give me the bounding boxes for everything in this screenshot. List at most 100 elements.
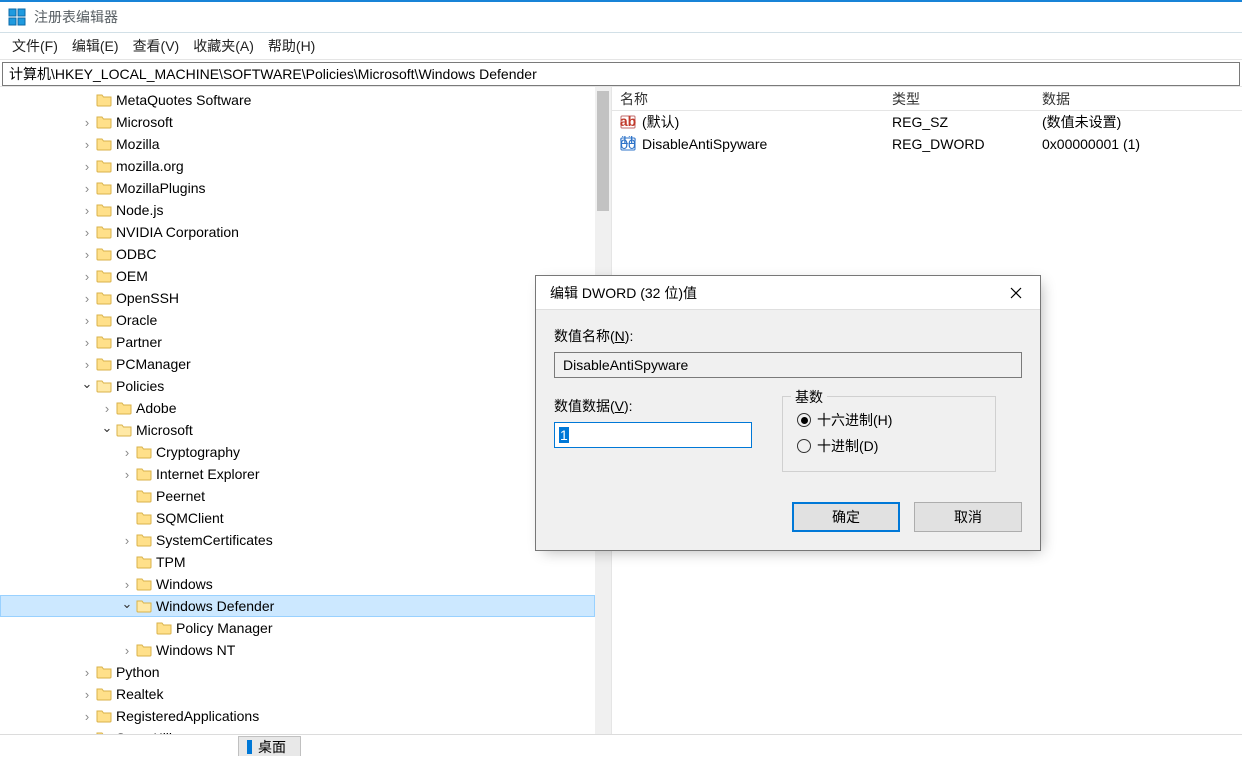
chevron-right-icon[interactable]: ›	[80, 115, 94, 130]
tree-item[interactable]: ⌄ Microsoft	[0, 419, 595, 441]
value-name-label: 数值名称(N):	[554, 326, 1022, 346]
folder-icon	[136, 444, 152, 460]
value-row[interactable]: ab(默认)REG_SZ(数值未设置)	[612, 111, 1242, 133]
tree-item-label: Adobe	[136, 400, 176, 416]
chevron-right-icon[interactable]: ›	[120, 467, 134, 482]
tree-item-label: Realtek	[116, 686, 163, 702]
tree-item[interactable]: SQMClient	[0, 507, 595, 529]
column-name[interactable]: 名称	[620, 89, 892, 109]
tree-item-label: OpenSSH	[116, 290, 179, 306]
value-row[interactable]: 01101001DisableAntiSpywareREG_DWORD0x000…	[612, 133, 1242, 155]
tree-item[interactable]: TPM	[0, 551, 595, 573]
chevron-right-icon[interactable]: ›	[120, 445, 134, 460]
cancel-button[interactable]: 取消	[914, 502, 1022, 532]
menu-file[interactable]: 文件(F)	[12, 36, 58, 56]
taskbar-item-desktop[interactable]: 桌面	[238, 736, 301, 756]
tree-item[interactable]: › Windows NT	[0, 639, 595, 661]
tree-item[interactable]: › Realtek	[0, 683, 595, 705]
ok-button[interactable]: 确定	[792, 502, 900, 532]
tree-item[interactable]: › PCManager	[0, 353, 595, 375]
tree-item[interactable]: › RegisteredApplications	[0, 705, 595, 727]
menu-favorites[interactable]: 收藏夹(A)	[193, 36, 254, 56]
tree-item[interactable]: › Node.js	[0, 199, 595, 221]
chevron-right-icon[interactable]: ›	[80, 203, 94, 218]
chevron-right-icon[interactable]: ›	[120, 643, 134, 658]
tree-item[interactable]: › ODBC	[0, 243, 595, 265]
radix-hex-radio[interactable]: 十六进制(H)	[797, 407, 981, 433]
radix-dec-radio[interactable]: 十进制(D)	[797, 433, 981, 459]
tree-item[interactable]: ⌄ Windows Defender	[0, 595, 595, 617]
menu-edit[interactable]: 编辑(E)	[72, 36, 119, 56]
tree-item-label: Peernet	[156, 488, 205, 504]
chevron-right-icon[interactable]: ›	[100, 401, 114, 416]
address-bar[interactable]: 计算机\HKEY_LOCAL_MACHINE\SOFTWARE\Policies…	[2, 62, 1240, 86]
folder-icon	[116, 400, 132, 416]
value-data-input[interactable]: 1	[554, 422, 752, 448]
tree-item-label: ODBC	[116, 246, 156, 262]
tree-item[interactable]: MetaQuotes Software	[0, 89, 595, 111]
value-type: REG_DWORD	[892, 136, 1042, 152]
value-type: REG_SZ	[892, 114, 1042, 130]
tree-item[interactable]: › SystemCertificates	[0, 529, 595, 551]
tree-item-label: Windows Defender	[156, 598, 274, 614]
tree-item[interactable]: › OpenSSH	[0, 287, 595, 309]
chevron-right-icon[interactable]: ›	[80, 225, 94, 240]
svg-text:ab: ab	[620, 114, 636, 129]
tree-item[interactable]: › MozillaPlugins	[0, 177, 595, 199]
chevron-right-icon[interactable]: ›	[80, 357, 94, 372]
chevron-right-icon[interactable]: ›	[120, 577, 134, 592]
tree-item[interactable]: › Python	[0, 661, 595, 683]
chevron-right-icon[interactable]: ›	[80, 313, 94, 328]
scrollbar-thumb[interactable]	[597, 91, 609, 211]
chevron-down-icon[interactable]: ⌄	[80, 376, 94, 392]
chevron-right-icon[interactable]: ›	[80, 709, 94, 724]
values-header: 名称 类型 数据	[612, 87, 1242, 111]
folder-icon	[96, 268, 112, 284]
tree-item[interactable]: › mozilla.org	[0, 155, 595, 177]
tree-item[interactable]: › Oracle	[0, 309, 595, 331]
chevron-right-icon[interactable]: ›	[80, 335, 94, 350]
dialog-title-text: 编辑 DWORD (32 位)值	[550, 283, 697, 303]
tree-item-label: Python	[116, 664, 160, 680]
chevron-right-icon[interactable]: ›	[80, 137, 94, 152]
close-button[interactable]	[1002, 282, 1030, 304]
tree-item[interactable]: › Adobe	[0, 397, 595, 419]
tree[interactable]: MetaQuotes Software› Microsoft› Mozilla›…	[0, 89, 595, 734]
chevron-right-icon[interactable]: ›	[80, 687, 94, 702]
window-title: 注册表编辑器	[34, 7, 118, 27]
reg-dword-icon: 01101001	[620, 136, 636, 152]
chevron-right-icon[interactable]: ›	[80, 665, 94, 680]
chevron-right-icon[interactable]: ›	[80, 159, 94, 174]
tree-item[interactable]: › Internet Explorer	[0, 463, 595, 485]
tree-item[interactable]: ⌄ Policies	[0, 375, 595, 397]
values-list[interactable]: ab(默认)REG_SZ(数值未设置)01101001DisableAntiSp…	[612, 111, 1242, 155]
chevron-down-icon[interactable]: ⌄	[120, 596, 134, 612]
tree-item[interactable]: › Mozilla	[0, 133, 595, 155]
chevron-down-icon[interactable]: ⌄	[100, 420, 114, 436]
tree-item[interactable]: › OEM	[0, 265, 595, 287]
tree-item-label: Partner	[116, 334, 162, 350]
tree-item-label: Oracle	[116, 312, 157, 328]
tree-item[interactable]: Policy Manager	[0, 617, 595, 639]
value-name-input[interactable]	[554, 352, 1022, 378]
tree-item[interactable]: › Windows	[0, 573, 595, 595]
tree-item[interactable]: › SuperKiller	[0, 727, 595, 734]
column-type[interactable]: 类型	[892, 89, 1042, 109]
chevron-right-icon[interactable]: ›	[80, 247, 94, 262]
tree-item[interactable]: › Cryptography	[0, 441, 595, 463]
tree-item[interactable]: › Partner	[0, 331, 595, 353]
chevron-right-icon[interactable]: ›	[120, 533, 134, 548]
folder-icon	[96, 708, 112, 724]
chevron-right-icon[interactable]: ›	[80, 291, 94, 306]
chevron-right-icon[interactable]: ›	[80, 269, 94, 284]
dialog-titlebar[interactable]: 编辑 DWORD (32 位)值	[536, 276, 1040, 310]
tree-item[interactable]: Peernet	[0, 485, 595, 507]
column-data[interactable]: 数据	[1042, 89, 1242, 109]
title-bar: 注册表编辑器	[0, 0, 1242, 33]
menu-help[interactable]: 帮助(H)	[268, 36, 315, 56]
chevron-right-icon[interactable]: ›	[80, 181, 94, 196]
menu-view[interactable]: 查看(V)	[133, 36, 180, 56]
tree-item[interactable]: › NVIDIA Corporation	[0, 221, 595, 243]
tree-item[interactable]: › Microsoft	[0, 111, 595, 133]
regedit-icon	[8, 8, 26, 26]
